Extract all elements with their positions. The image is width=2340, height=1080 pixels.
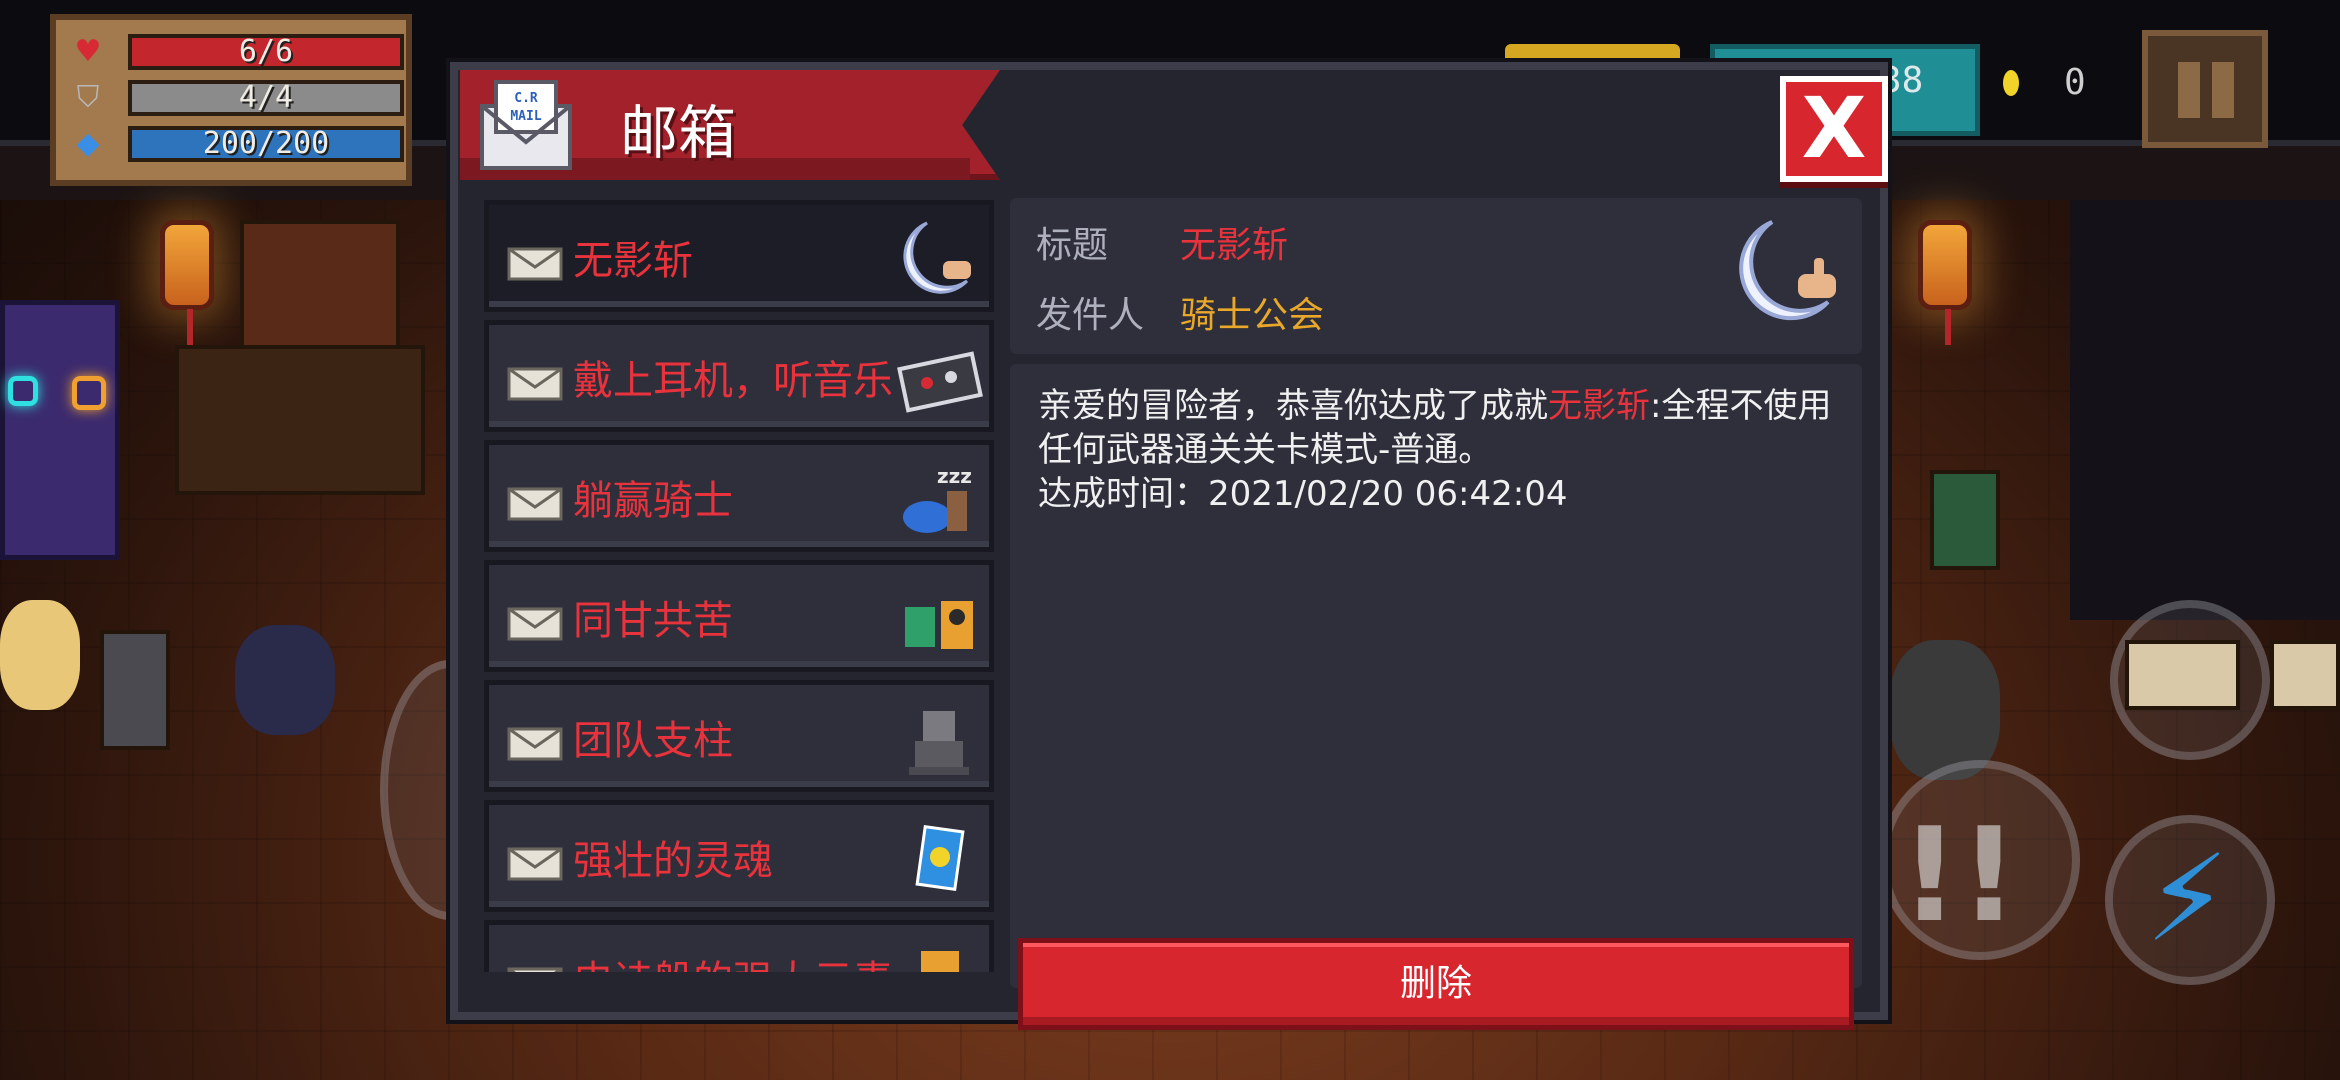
radio-device-icon <box>897 351 983 413</box>
svg-text:zzz: zzz <box>937 464 972 488</box>
mail-content-text: 亲爱的冒险者，恭喜你达成了成就 <box>1038 386 1548 426</box>
mail-envelope-icon: C.R MAIL <box>480 80 572 170</box>
desk-with-cat <box>175 345 425 495</box>
two-heroes-icon <box>905 601 973 649</box>
mail-item-2[interactable]: 躺赢骑士 zzz <box>484 440 994 552</box>
envelope-open-icon <box>507 487 563 521</box>
envelope-open-icon <box>507 247 563 281</box>
envelope-open-icon <box>507 607 563 641</box>
delete-button-label: 删除 <box>1399 963 1472 1004</box>
coin-icon <box>2003 70 2019 96</box>
skill-icon: !! <box>1900 799 2019 951</box>
neon-sign-2 <box>72 376 106 410</box>
mail-item-title: 团队支柱 <box>573 718 733 764</box>
wall-window-decor <box>240 220 400 350</box>
mail-list[interactable]: 无影斩 戴上耳机，听音乐 躺赢骑士 zzz 同甘共苦 团队支柱 强壮的灵魂 <box>484 200 994 972</box>
mail-content: 亲爱的冒险者，恭喜你达成了成就无影斩:全程不使用任何武器通关关卡模式-普通。 达… <box>1038 384 1838 516</box>
energy-bar: 200/200 <box>128 126 404 162</box>
statue-icon <box>909 711 969 775</box>
mail-item-title: 史诗般的强大元素 <box>573 953 903 972</box>
title-label: 标题 <box>1036 225 1109 266</box>
achieved-time: 2021/02/20 06:42:04 <box>1208 474 1568 514</box>
scene-wall-right <box>2070 200 2340 620</box>
mailbox-title: 邮箱 <box>620 99 737 167</box>
lantern-left <box>160 220 214 345</box>
player-stats-panel: ♥ 6/6 ⛉ 4/4 ◆ 200/200 <box>50 14 412 186</box>
crescent-slash-icon <box>1739 220 1836 321</box>
envelope-open-icon <box>507 967 563 972</box>
arcade-machine <box>0 300 120 560</box>
mail-item-title: 戴上耳机，听音乐 <box>573 358 893 404</box>
sender-label: 发件人 <box>1036 295 1145 336</box>
delete-button[interactable]: 删除 <box>1018 938 1854 1030</box>
armor-row: ⛉ 4/4 <box>66 78 404 118</box>
mail-content-highlight: 无影斩 <box>1548 386 1650 426</box>
mailbox-dialog: C.R MAIL 邮箱 X 无影斩 戴上耳机，听音乐 躺赢骑士 zzz 同甘共苦 <box>450 62 1888 1030</box>
energy-row: ◆ 200/200 <box>66 124 404 164</box>
title-value: 无影斩 <box>1180 225 1289 266</box>
heart-icon: ♥ <box>74 34 102 69</box>
mail-item-title: 无影斩 <box>573 238 693 284</box>
sleeping-knight-icon: zzz <box>903 464 972 533</box>
npc-merchant <box>1890 640 2000 780</box>
hp-row: ♥ 6/6 <box>66 32 404 72</box>
npc-blonde <box>0 600 80 710</box>
mail-item-0[interactable]: 无影斩 <box>484 200 994 312</box>
weapon-icon <box>2125 640 2240 710</box>
close-icon: X <box>1801 79 1867 177</box>
svg-text:MAIL: MAIL <box>510 109 541 124</box>
envelope-open-icon <box>507 847 563 881</box>
mail-detail-header: 标题 无影斩 发件人 骑士公会 <box>1010 198 1862 354</box>
svg-text:C.R: C.R <box>514 91 538 106</box>
close-button[interactable]: X <box>1780 76 1888 182</box>
lightning-icon: ⚡ <box>2145 830 2230 969</box>
soul-card-icon <box>915 824 965 892</box>
pause-button[interactable] <box>2142 30 2268 148</box>
neon-sign-1 <box>8 376 38 406</box>
lantern-right <box>1918 220 1972 345</box>
npc-dark-hair <box>235 625 335 735</box>
weapon-icon-2 <box>2270 640 2340 710</box>
green-locker <box>1930 470 2000 570</box>
achieved-label: 达成时间： <box>1038 474 1208 514</box>
armor-bar: 4/4 <box>128 80 404 116</box>
mail-item-3[interactable]: 同甘共苦 <box>484 560 994 672</box>
mail-item-title: 强壮的灵魂 <box>573 838 773 884</box>
mail-item-1[interactable]: 戴上耳机，听音乐 <box>484 320 994 432</box>
mail-item-4[interactable]: 团队支柱 <box>484 680 994 792</box>
mail-item-5[interactable]: 强壮的灵魂 <box>484 800 994 912</box>
mailbox-header: C.R MAIL 邮箱 <box>460 70 1000 180</box>
hp-bar: 6/6 <box>128 34 404 70</box>
coin-count: 0 <box>2064 62 2086 103</box>
mail-item-title: 躺赢骑士 <box>573 478 733 524</box>
envelope-open-icon <box>507 367 563 401</box>
envelope-open-icon <box>507 727 563 761</box>
npc-robot <box>100 630 170 750</box>
mail-item-title: 同甘共苦 <box>573 598 733 644</box>
element-icon <box>921 951 959 972</box>
sender-value: 骑士公会 <box>1180 295 1325 336</box>
mail-detail-body: 亲爱的冒险者，恭喜你达成了成就无影斩:全程不使用任何武器通关关卡模式-普通。 达… <box>1010 364 1862 1030</box>
crescent-slash-icon <box>903 221 971 294</box>
diamond-icon: ◆ <box>76 126 100 161</box>
mail-item-6[interactable]: 史诗般的强大元素 <box>484 920 994 972</box>
shield-icon: ⛉ <box>76 80 100 115</box>
